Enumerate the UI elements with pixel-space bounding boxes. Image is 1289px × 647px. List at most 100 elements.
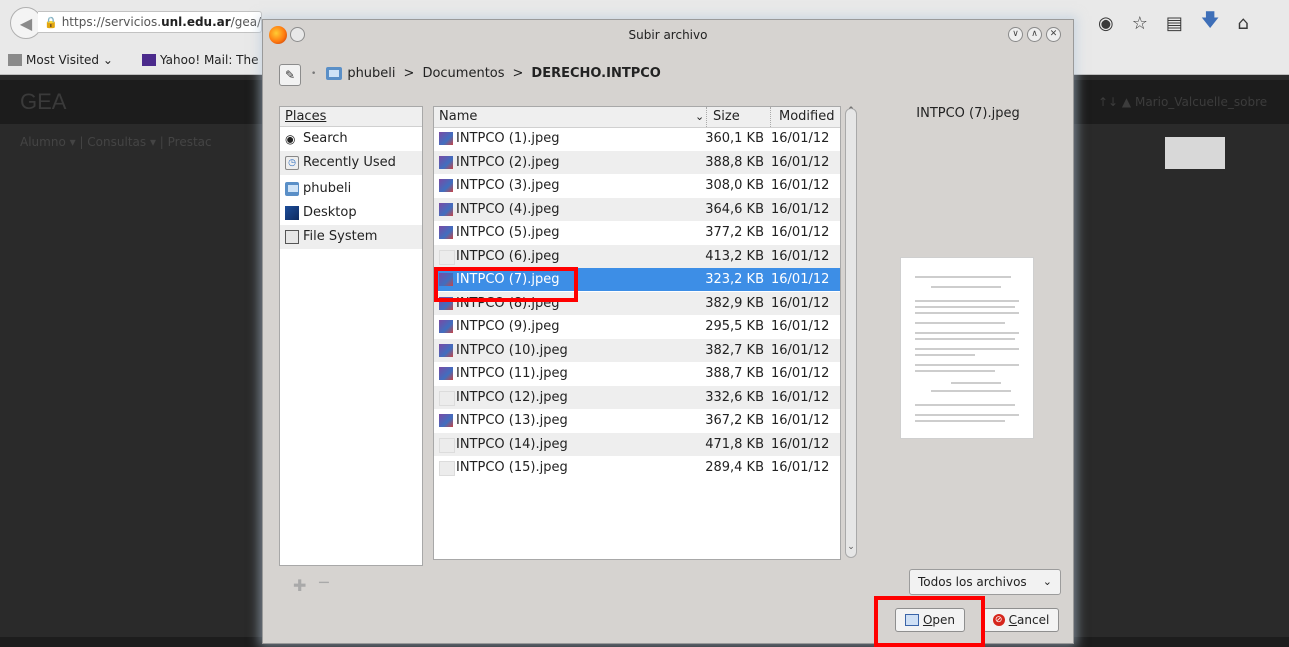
- page-button[interactable]: [1165, 137, 1225, 169]
- home-folder-icon: [285, 182, 299, 196]
- user-info: ↑↓ ▲ Mario_Valcuelle_sobre: [1098, 95, 1268, 109]
- column-size[interactable]: Size: [706, 107, 773, 127]
- file-modified: 16/01/12: [771, 178, 830, 193]
- file-name: INTPCO (9).jpeg: [456, 319, 560, 334]
- image-file-icon: [439, 367, 453, 380]
- file-row[interactable]: INTPCO (2).jpeg 388,8 KB 16/01/12: [434, 150, 840, 174]
- file-row[interactable]: INTPCO (13).jpeg 367,2 KB 16/01/12: [434, 409, 840, 432]
- url-prefix: https://servicios.: [61, 15, 162, 29]
- cancel-button[interactable]: ⊘ Cancel: [983, 608, 1059, 632]
- chevron-down-icon: ⌄: [1042, 575, 1052, 588]
- home-icon[interactable]: ⌂: [1237, 13, 1248, 34]
- places-item-desktop[interactable]: Desktop: [280, 201, 422, 225]
- file-size: 413,2 KB: [705, 248, 764, 264]
- file-size: 332,6 KB: [705, 389, 764, 405]
- image-file-icon: [439, 155, 453, 169]
- file-size: 382,7 KB: [705, 342, 764, 358]
- binoculars-icon[interactable]: ◉: [1098, 13, 1114, 34]
- breadcrumb-separator: >: [512, 66, 524, 81]
- file-modified: 16/01/12: [771, 319, 830, 334]
- page-menu[interactable]: Alumno ▾ | Consultas ▾ | Prestac: [20, 135, 212, 149]
- url-bar[interactable]: 🔒 https://servicios. unl.edu.ar/gea/: [38, 11, 262, 33]
- image-file-icon: [439, 343, 453, 357]
- column-name[interactable]: Name ⌄: [439, 107, 704, 127]
- file-size: 367,2 KB: [705, 413, 764, 428]
- drive-icon: [285, 230, 299, 244]
- bookmark-yahoo-mail[interactable]: Yahoo! Mail: The b: [142, 53, 270, 67]
- reading-list-icon[interactable]: ▤: [1166, 13, 1183, 34]
- places-item-search[interactable]: ◉ Search: [280, 127, 422, 151]
- file-modified: 16/01/12: [771, 272, 830, 287]
- image-file-icon: [439, 390, 455, 406]
- dialog-titlebar: Subir archivo ∨ ∧ ✕: [263, 20, 1073, 50]
- places-item-file-system[interactable]: File System: [280, 225, 422, 249]
- remove-bookmark-button[interactable]: ─: [319, 573, 329, 592]
- add-bookmark-button[interactable]: ✚: [293, 576, 306, 595]
- type-location-button[interactable]: ✎: [279, 64, 301, 86]
- file-row[interactable]: INTPCO (12).jpeg 332,6 KB 16/01/12: [434, 385, 840, 409]
- breadcrumb-scroll-left-icon[interactable]: •: [311, 69, 316, 79]
- folder-icon: [8, 54, 22, 66]
- cancel-icon: ⊘: [992, 614, 1005, 626]
- preview-filename: INTPCO (7).jpeg: [916, 106, 1020, 121]
- file-name: INTPCO (6).jpeg: [456, 248, 560, 264]
- file-size: 382,9 KB: [705, 295, 764, 311]
- file-name: INTPCO (3).jpeg: [456, 178, 560, 193]
- bookmark-most-visited[interactable]: Most Visited ⌄: [8, 53, 113, 67]
- file-modified: 16/01/12: [771, 436, 830, 452]
- file-name: INTPCO (10).jpeg: [456, 342, 568, 358]
- bookmark-star-icon[interactable]: ☆: [1132, 13, 1148, 34]
- breadcrumb-item-current[interactable]: DERECHO.INTPCO: [531, 66, 660, 81]
- file-type-filter[interactable]: Todos los archivos ⌄: [909, 569, 1061, 595]
- download-icon[interactable]: 🡇: [1201, 8, 1220, 38]
- image-file-icon: [439, 414, 453, 427]
- breadcrumb-item-documentos[interactable]: Documentos: [422, 66, 504, 81]
- minimize-button[interactable]: ∨: [1008, 27, 1023, 42]
- image-file-icon: [439, 461, 455, 476]
- file-name: INTPCO (15).jpeg: [456, 460, 568, 475]
- back-arrow-icon: ◀: [19, 13, 33, 33]
- annotation-highlight-selected-file: [434, 267, 578, 302]
- file-row[interactable]: INTPCO (3).jpeg 308,0 KB 16/01/12: [434, 174, 840, 197]
- file-size: 377,2 KB: [705, 225, 764, 240]
- scroll-down-icon[interactable]: ⌄: [845, 542, 857, 556]
- close-icon: ✕: [1049, 29, 1058, 39]
- file-name: INTPCO (12).jpeg: [456, 389, 568, 405]
- file-row[interactable]: INTPCO (4).jpeg 364,6 KB 16/01/12: [434, 197, 840, 221]
- file-list-scrollbar[interactable]: [845, 108, 857, 558]
- image-file-icon: [439, 320, 453, 333]
- file-size: 289,4 KB: [705, 460, 764, 475]
- file-name: INTPCO (2).jpeg: [456, 154, 560, 170]
- places-item-recently-used[interactable]: ◷ Recently Used: [280, 151, 422, 175]
- browser-right-tools: ◉ ☆ ▤ 🡇 ⌂: [1098, 10, 1288, 36]
- file-size: 323,2 KB: [705, 272, 764, 287]
- close-button[interactable]: ✕: [1046, 27, 1061, 42]
- file-row[interactable]: INTPCO (1).jpeg 360,1 KB 16/01/12: [434, 127, 840, 150]
- file-size: 308,0 KB: [705, 178, 764, 193]
- file-modified: 16/01/12: [771, 201, 830, 217]
- file-name: INTPCO (5).jpeg: [456, 225, 560, 240]
- chevron-up-icon: ∧: [1031, 29, 1038, 39]
- image-file-icon: [439, 179, 453, 192]
- maximize-button[interactable]: ∧: [1027, 27, 1042, 42]
- image-file-icon: [439, 226, 453, 239]
- places-item-phubeli[interactable]: phubeli: [280, 177, 422, 201]
- file-name: INTPCO (1).jpeg: [456, 131, 560, 146]
- breadcrumb-item-home[interactable]: phubeli: [347, 66, 395, 81]
- file-row[interactable]: INTPCO (5).jpeg 377,2 KB 16/01/12: [434, 221, 840, 244]
- file-row[interactable]: INTPCO (15).jpeg 289,4 KB 16/01/12: [434, 456, 840, 479]
- file-row[interactable]: INTPCO (6).jpeg 413,2 KB 16/01/12: [434, 244, 840, 268]
- column-modified[interactable]: Modified: [770, 107, 840, 127]
- file-row[interactable]: INTPCO (11).jpeg 388,7 KB 16/01/12: [434, 362, 840, 385]
- image-file-icon: [439, 437, 455, 453]
- file-row[interactable]: INTPCO (14).jpeg 471,8 KB 16/01/12: [434, 432, 840, 456]
- mail-icon: [142, 54, 156, 66]
- file-modified: 16/01/12: [771, 131, 830, 146]
- scroll-up-icon[interactable]: ⌃: [845, 106, 857, 120]
- file-row[interactable]: INTPCO (9).jpeg 295,5 KB 16/01/12: [434, 315, 840, 338]
- image-file-icon: [439, 202, 453, 216]
- file-row[interactable]: INTPCO (10).jpeg 382,7 KB 16/01/12: [434, 338, 840, 362]
- file-modified: 16/01/12: [771, 342, 830, 358]
- breadcrumb-separator: >: [403, 66, 415, 81]
- binoculars-icon: ◉: [285, 132, 296, 146]
